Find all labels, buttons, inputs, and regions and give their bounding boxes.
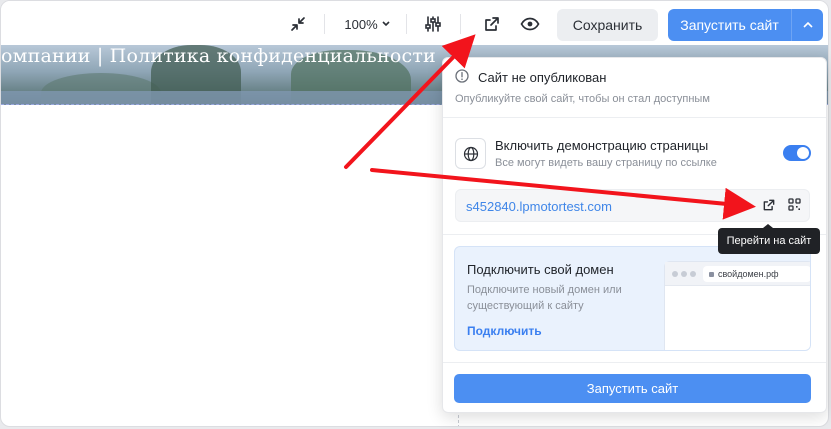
info-icon <box>455 69 469 83</box>
launch-site-button[interactable]: Запустить сайт <box>668 17 791 33</box>
domain-sub: Подключите новый домен или существующий … <box>467 284 622 312</box>
save-button[interactable]: Сохранить <box>557 9 658 41</box>
open-site-tooltip: Перейти на сайт <box>718 224 820 254</box>
external-link-icon <box>485 17 499 31</box>
globe-icon <box>463 146 478 161</box>
hero-heading: омпании | Политика конфиденциальности <box>1 45 436 67</box>
zoom-select[interactable]: 100% <box>341 10 393 38</box>
site-url-field: s452840.lpmotortest.com <box>455 189 810 222</box>
toolbar-divider <box>324 14 325 34</box>
launch-site-split-button: Запустить сайт <box>668 9 823 41</box>
open-site-button[interactable] <box>762 198 776 212</box>
domain-title: Подключить свой домен <box>467 262 614 277</box>
preview-button[interactable] <box>518 10 542 38</box>
zoom-value: 100% <box>344 16 378 32</box>
connect-domain-link[interactable]: Подключить <box>467 324 542 338</box>
preview-external-button[interactable] <box>480 10 504 38</box>
connect-domain-card: Подключить свой домен Подключите новый д… <box>454 246 811 351</box>
demo-title: Включить демонстрацию страницы <box>495 138 709 153</box>
globe-icon-box <box>455 138 486 169</box>
publish-status-title: Сайт не опубликован <box>478 70 607 85</box>
launch-options-button[interactable] <box>792 22 823 28</box>
lock-icon <box>709 271 714 277</box>
site-url-link[interactable]: s452840.lpmotortest.com <box>466 199 612 214</box>
sliders-icon <box>425 16 441 32</box>
settings-button[interactable] <box>421 10 445 38</box>
collapse-button[interactable] <box>286 10 310 38</box>
example-domain: свойдомен.рф <box>718 269 779 279</box>
top-toolbar: 100% Сохранить Запустить сайт <box>1 1 828 45</box>
eye-icon <box>520 17 540 31</box>
panel-launch-site-button[interactable]: Запустить сайт <box>454 374 811 403</box>
external-link-icon <box>763 199 775 211</box>
qr-code-button[interactable] <box>788 198 801 211</box>
chevron-up-icon <box>802 22 813 28</box>
chevron-down-icon <box>382 21 390 27</box>
toolbar-divider <box>460 14 461 34</box>
demo-toggle[interactable] <box>783 145 811 161</box>
toolbar-divider <box>406 14 407 34</box>
demo-sub: Все могут видеть вашу страницу по ссылке <box>495 157 717 169</box>
qr-code-icon <box>788 198 801 211</box>
publish-status-sub: Опубликуйте свой сайт, чтобы он стал дос… <box>455 93 710 105</box>
collapse-icon <box>291 17 305 31</box>
domain-preview-illustration: свойдомен.рф <box>664 261 810 350</box>
